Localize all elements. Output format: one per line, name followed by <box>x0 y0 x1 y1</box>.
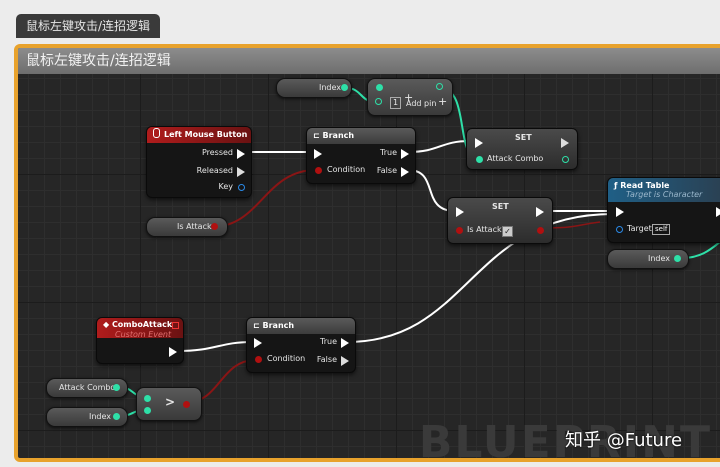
event-icon: ◆ <box>103 320 112 329</box>
branch-icon: ⊏ <box>313 131 323 140</box>
index-output-pin[interactable] <box>341 84 348 91</box>
left-mouse-button-event[interactable]: Left Mouse Button Pressed Released Key <box>146 126 252 198</box>
graph-title: 鼠标左键攻击/连招逻辑 <box>18 48 720 74</box>
set-is-attack-node[interactable]: SET Is Attack ✓ <box>447 197 553 244</box>
compare-input-b[interactable] <box>144 407 151 414</box>
mouse-icon <box>153 128 160 138</box>
branch2-true-pin[interactable] <box>341 338 349 348</box>
index-right-output-pin[interactable] <box>674 255 681 262</box>
compare-output-pin[interactable] <box>183 401 190 408</box>
branch-node-2[interactable]: ⊏ Branch True Condition False <box>246 317 356 373</box>
combo-attack-exec-out[interactable] <box>169 347 177 357</box>
released-exec-pin[interactable] <box>237 167 245 177</box>
branch2-false-pin[interactable] <box>341 356 349 366</box>
make-array-node[interactable]: 1 + Add pin + <box>367 78 453 116</box>
index-bottom-output-pin[interactable] <box>113 413 120 420</box>
branch1-exec-in[interactable] <box>314 149 322 159</box>
credit-watermark: 知乎 @Future <box>565 430 683 451</box>
array-input-pin-1[interactable] <box>375 98 382 105</box>
branch1-true-pin[interactable] <box>401 149 409 159</box>
branch2-condition-pin[interactable] <box>255 356 262 363</box>
greater-than-node[interactable]: > <box>136 387 202 421</box>
set1-exec-in[interactable] <box>475 138 483 148</box>
branch-node-1[interactable]: ⊏ Branch True Condition False <box>306 127 416 184</box>
target-input-pin[interactable] <box>616 226 623 233</box>
is-attack-output-pin[interactable] <box>537 227 544 234</box>
is-attack-checkbox[interactable]: ✓ <box>502 226 513 237</box>
is-attack-output-pin[interactable] <box>211 223 218 230</box>
branch-icon: ⊏ <box>253 321 263 330</box>
set-attack-combo-node[interactable]: SET Attack Combo <box>466 128 578 170</box>
index-variable-bottom[interactable]: Index <box>46 407 128 427</box>
index-variable-top[interactable]: Index <box>276 78 352 98</box>
add-pin-label[interactable]: Add pin <box>406 99 436 109</box>
is-attack-input-pin[interactable] <box>456 227 463 234</box>
is-attack-variable[interactable]: Is Attack <box>146 217 228 237</box>
branch2-exec-in[interactable] <box>254 338 262 348</box>
read-table-exec-in[interactable] <box>616 207 624 217</box>
branch1-false-pin[interactable] <box>401 167 409 177</box>
attack-combo-output-pin[interactable] <box>562 156 569 163</box>
attack-combo-variable[interactable]: Attack Combo <box>46 378 128 398</box>
set2-exec-out[interactable] <box>536 207 544 217</box>
array-input-pin-0[interactable] <box>376 84 383 91</box>
compare-input-a[interactable] <box>144 395 151 402</box>
index-variable-right[interactable]: Index <box>607 249 689 269</box>
graph-tab[interactable]: 鼠标左键攻击/连招逻辑 <box>16 14 161 38</box>
delegate-pin[interactable] <box>172 322 179 329</box>
branch1-condition-pin[interactable] <box>315 167 322 174</box>
set2-exec-in[interactable] <box>456 207 464 217</box>
attack-combo-output-pin[interactable] <box>113 384 120 391</box>
key-output-pin[interactable] <box>238 184 245 191</box>
combo-attack-event[interactable]: ◆ ComboAttack Custom Event <box>96 317 184 364</box>
set1-exec-out[interactable] <box>561 138 569 148</box>
attack-combo-input-pin[interactable] <box>476 156 483 163</box>
array-output-pin[interactable] <box>436 83 443 90</box>
pressed-exec-pin[interactable] <box>237 149 245 159</box>
read-table-node[interactable]: ƒ Read Table Target is Character Target … <box>607 177 720 243</box>
add-pin-plus-icon[interactable]: + <box>438 96 447 107</box>
read-table-exec-out[interactable] <box>716 207 720 217</box>
